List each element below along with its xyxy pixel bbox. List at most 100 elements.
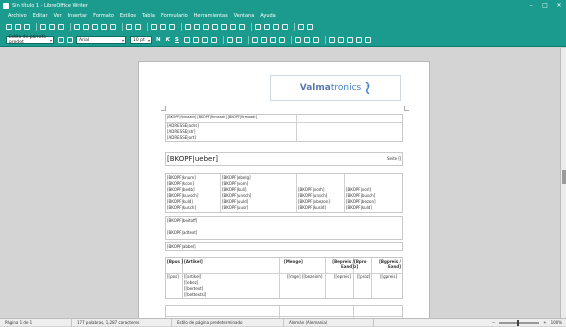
new-style-icon[interactable] (67, 37, 73, 43)
word-count-status[interactable]: 177 palabras, 1,287 caracteres (72, 318, 172, 327)
cut-icon[interactable] (74, 24, 80, 30)
menu-ventana[interactable]: Ventana (234, 13, 255, 19)
chevron-down-icon: ▾ (147, 37, 150, 43)
menu-tabla[interactable]: Tabla (142, 13, 155, 19)
font-color-icon[interactable] (226, 37, 233, 43)
insert-textbox-icon[interactable] (212, 24, 218, 30)
menu-insertar[interactable]: Insertar (68, 13, 87, 19)
track-changes-icon[interactable] (282, 24, 288, 30)
align-right-icon[interactable] (269, 37, 276, 43)
paragraph-style-combo[interactable]: Estilo de párrafo predet ▾ (6, 35, 54, 45)
document-page[interactable]: Valma tronics [BKOPF|firmaadr] [BKOPF|fi… (138, 61, 430, 318)
zoom-slider-handle[interactable] (517, 319, 520, 326)
undo-icon[interactable] (126, 24, 132, 30)
page-count-status[interactable]: Página 1 de 1 (0, 318, 72, 327)
insert-image-icon[interactable] (194, 24, 200, 30)
clear-format-icon[interactable] (110, 24, 116, 30)
zoom-out-icon[interactable]: − (492, 320, 495, 325)
clone-format-icon[interactable] (101, 24, 107, 30)
paste-icon[interactable] (92, 24, 98, 30)
insert-chart-icon[interactable] (203, 24, 209, 30)
print-icon[interactable] (49, 24, 55, 30)
address-name-field: [ADRESSE|adrs] (167, 123, 199, 128)
offer-text-field: [BKOPF|beitoff] (167, 218, 198, 223)
increase-indent-icon[interactable] (328, 37, 335, 43)
menu-herramientas[interactable]: Herramientas (194, 13, 228, 19)
bullets-icon[interactable] (294, 37, 301, 43)
save-icon[interactable] (24, 24, 30, 30)
insert-table-icon[interactable] (185, 24, 191, 30)
line-spacing-icon[interactable] (346, 37, 353, 43)
menu-ayuda[interactable]: Ayuda (260, 13, 275, 19)
paragraph-spacing-icon[interactable] (355, 37, 362, 43)
column-header-artikel: [Artikel] (184, 259, 203, 264)
menu-archivo[interactable]: Archivo (8, 13, 27, 19)
paragraph-dialog-icon[interactable] (364, 37, 371, 43)
justify-icon[interactable] (278, 37, 285, 43)
menu-ver[interactable]: Ver (54, 13, 62, 19)
comment-icon[interactable] (273, 24, 279, 30)
shadow-icon[interactable] (210, 37, 217, 43)
info-field: [BKOPF|kusld] (298, 205, 326, 210)
address-header-field: [BKOPF|firmaadr] [BKOPF|firmaadr] [BKOPF… (167, 115, 258, 119)
zoom-level[interactable]: 100% (551, 320, 562, 325)
language-status[interactable]: Alemán (Alemania) (284, 318, 374, 327)
window-controls: – □ ✕ (524, 0, 566, 11)
copy-icon[interactable] (83, 24, 89, 30)
align-center-icon[interactable] (260, 37, 267, 43)
underline-button[interactable]: S (175, 37, 179, 43)
text-block (165, 216, 403, 240)
basic-shapes-icon[interactable] (307, 24, 313, 30)
scrollbar-thumb[interactable] (562, 170, 566, 184)
line-icon[interactable] (298, 24, 304, 30)
font-name-combo[interactable]: Arial ▾ (76, 36, 126, 44)
formatting-marks-icon[interactable] (169, 24, 175, 30)
italic-button[interactable]: K (166, 37, 170, 43)
totals-table (165, 305, 403, 318)
vertical-scrollbar[interactable] (560, 48, 566, 318)
info-field: [BKOPF|knum] (167, 175, 196, 180)
zoom-in-icon[interactable]: + (543, 320, 546, 325)
print-preview-icon[interactable] (58, 24, 64, 30)
footnote-icon[interactable] (264, 24, 270, 30)
numbering-icon[interactable] (303, 37, 310, 43)
menu-formulario[interactable]: Formulario (161, 13, 188, 19)
superscript-icon[interactable] (192, 37, 199, 43)
status-bar: Página 1 de 1 177 palabras, 1,287 caract… (0, 318, 566, 327)
highlight-color-icon[interactable] (235, 37, 242, 43)
zoom-slider[interactable] (499, 319, 540, 326)
insert-field-icon[interactable] (230, 24, 236, 30)
bold-button[interactable]: N (156, 37, 161, 43)
hyperlink-icon[interactable] (255, 24, 261, 30)
menu-estilos[interactable]: Estilos (120, 13, 136, 19)
table-divider (296, 174, 297, 212)
find-replace-icon[interactable] (151, 24, 157, 30)
strikethrough-icon[interactable] (183, 37, 190, 43)
info-field: [BKOPF|vorh] (298, 187, 325, 192)
page-break-icon[interactable] (221, 24, 227, 30)
redo-icon[interactable] (135, 24, 141, 30)
update-style-icon[interactable] (58, 37, 64, 43)
new-document-icon[interactable] (6, 24, 12, 30)
menu-formato[interactable]: Formato (93, 13, 114, 19)
outline-icon[interactable] (312, 37, 319, 43)
spelling-icon[interactable] (160, 24, 166, 30)
menu-editar[interactable]: Editar (33, 13, 48, 19)
close-button[interactable]: ✕ (552, 0, 566, 11)
minimize-button[interactable]: – (524, 0, 538, 11)
table-divider (371, 258, 372, 298)
special-character-icon[interactable] (239, 24, 245, 30)
export-pdf-icon[interactable] (40, 24, 46, 30)
align-left-icon[interactable] (251, 37, 258, 43)
subscript-icon[interactable] (201, 37, 208, 43)
decrease-indent-icon[interactable] (337, 37, 344, 43)
info-field: [BKOPF|kuli] (222, 187, 247, 192)
info-field: [BKOPF|uuld] (222, 199, 249, 204)
open-folder-icon[interactable] (15, 24, 21, 30)
toolbar-separator (290, 36, 292, 44)
page-style-status[interactable]: Estilo de página predeterminado (172, 318, 284, 327)
maximize-button[interactable]: □ (538, 0, 552, 11)
font-size-combo[interactable]: 10 pt ▾ (130, 36, 152, 44)
text-block (165, 242, 403, 251)
info-field: [BKOPF|vorl] (346, 187, 372, 192)
